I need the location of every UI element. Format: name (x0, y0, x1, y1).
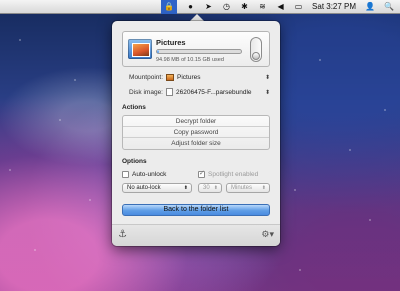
lock-toggle-knob[interactable] (252, 52, 260, 60)
usage-text: 94.98 MB of 10.15 GB used (156, 57, 224, 63)
updown-arrows-icon: ⬍ (261, 185, 266, 191)
auto-unlock-checkbox[interactable] (122, 171, 129, 178)
updown-arrows-icon: ⬍ (264, 89, 270, 96)
auto-lock-select[interactable]: No auto-lock ⬍ (122, 183, 192, 193)
options-heading: Options (122, 158, 147, 165)
auto-unlock-checkbox-row[interactable]: Auto-unlock (122, 171, 166, 178)
unit-select: Minutes ⬍ (226, 183, 270, 193)
menu-bar: 🔒 ● ➤ ◷ ✱ ≋ ◀ ▭ Sat 3:27 PM 👤 🔍 (0, 0, 400, 14)
volume-header: Pictures 94.98 MB of 10.15 GB used (122, 31, 270, 67)
folder-icon (166, 73, 174, 81)
usage-bar (156, 49, 242, 54)
disk-image-row: Disk image: 26206475-F...parsebundle ⬍ (122, 86, 270, 98)
menubar-clock[interactable]: Sat 3:27 PM (312, 2, 356, 11)
mountpoint-value: Pictures (177, 73, 201, 81)
unit-value: Minutes (231, 185, 253, 191)
interval-select: 30 ⬍ (198, 183, 222, 193)
updown-arrows-icon: ⬍ (264, 74, 270, 81)
time-machine-icon[interactable]: ◷ (222, 0, 231, 14)
popover-arrow (190, 14, 204, 21)
disk-image-value: 26206475-F...parsebundle (176, 88, 252, 96)
volume-name: Pictures (156, 38, 186, 47)
auto-unlock-label: Auto-unlock (132, 171, 167, 178)
copy-password-button[interactable]: Copy password (123, 127, 269, 138)
volume-icon[interactable]: ◀ (276, 0, 285, 14)
usage-bar-fill (157, 50, 159, 53)
back-to-folder-list-button[interactable]: Back to the folder list (122, 204, 270, 216)
globe-icon[interactable]: ● (186, 0, 195, 14)
lock-toggle[interactable] (250, 37, 262, 62)
anchor-icon[interactable]: ⚓ (118, 229, 127, 240)
disk-image-label: Disk image: (129, 88, 163, 96)
updown-arrows-icon: ⬍ (183, 185, 188, 191)
interval-value: 30 (203, 185, 210, 191)
gear-menu-icon[interactable]: ⚙▾ (261, 229, 274, 240)
mountpoint-label: Mountpoint: (129, 73, 163, 81)
updown-arrows-icon: ⬍ (213, 185, 218, 191)
spotlight-label: Spotlight enabled (208, 171, 259, 178)
spotlight-checkbox (198, 169, 205, 178)
wifi-icon[interactable]: ≋ (258, 0, 267, 14)
auto-lock-value: No auto-lock (127, 185, 161, 191)
spotlight-icon[interactable]: 🔍 (384, 0, 394, 14)
folder-thumbnail-icon (128, 39, 152, 59)
mountpoint-row: Mountpoint: Pictures ⬍ (122, 71, 270, 83)
actions-heading: Actions (122, 104, 146, 111)
bluetooth-icon[interactable]: ✱ (240, 0, 249, 14)
decrypt-folder-button[interactable]: Decrypt folder (123, 116, 269, 127)
location-icon[interactable]: ➤ (204, 0, 213, 14)
popover-footer: ⚓ ⚙▾ (112, 224, 280, 246)
user-icon[interactable]: 👤 (365, 0, 375, 14)
lock-icon[interactable]: 🔒 (161, 0, 178, 14)
mountpoint-select[interactable]: Pictures ⬍ (166, 73, 270, 81)
actions-button-group: Decrypt folder Copy password Adjust fold… (122, 115, 270, 150)
adjust-folder-size-button[interactable]: Adjust folder size (123, 138, 269, 149)
disk-image-select[interactable]: 26206475-F...parsebundle ⬍ (166, 88, 270, 96)
folder-popover: Pictures 94.98 MB of 10.15 GB used Mount… (112, 21, 280, 246)
battery-icon[interactable]: ▭ (294, 0, 303, 14)
document-icon (166, 88, 173, 96)
spotlight-checkbox-row: Spotlight enabled (198, 169, 259, 178)
